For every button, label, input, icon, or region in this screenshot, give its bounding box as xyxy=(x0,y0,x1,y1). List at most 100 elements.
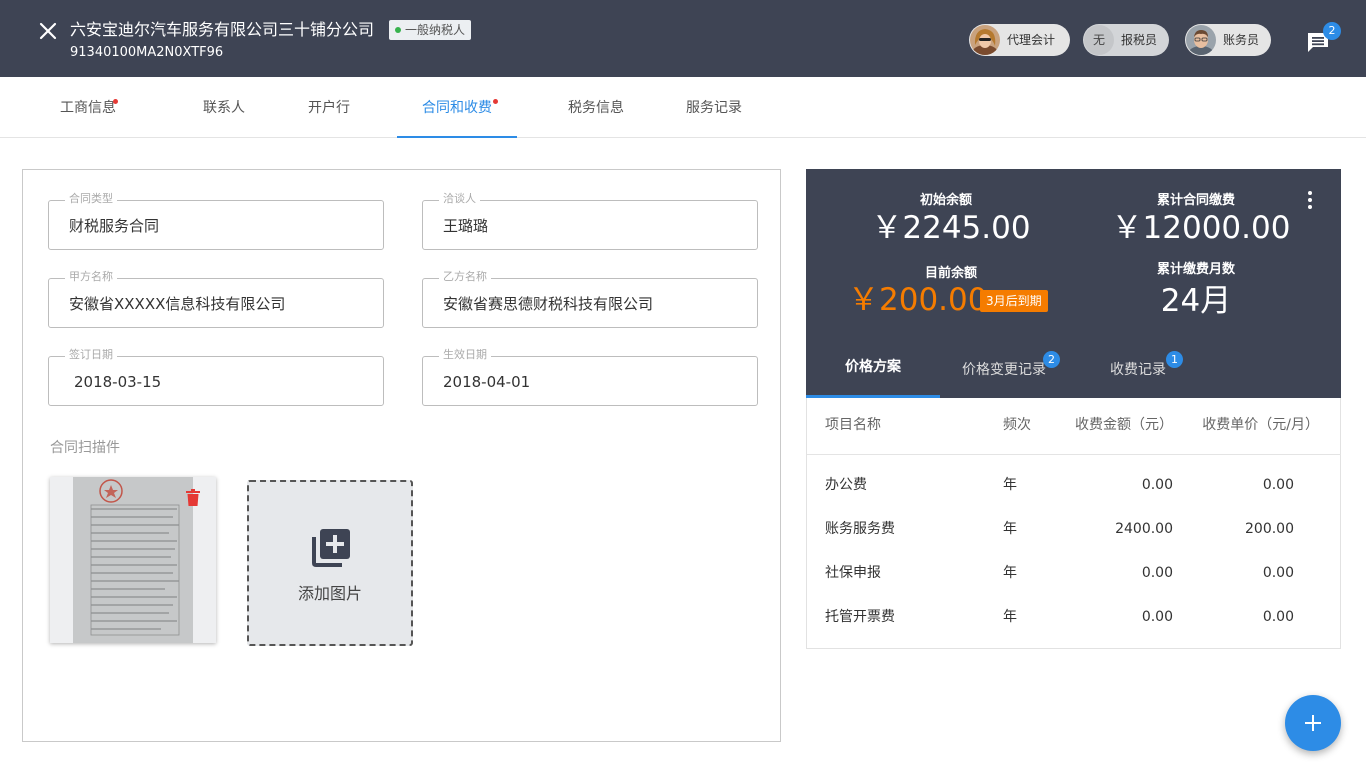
tab-business-info[interactable]: 工商信息 xyxy=(40,77,136,137)
field-label: 生效日期 xyxy=(439,348,491,362)
table-row: 托管开票费 年 0.00 0.00 xyxy=(807,595,1341,639)
field-value: 2018-03-15 xyxy=(74,373,162,391)
initial-balance-label: 初始余额 xyxy=(919,193,972,208)
column-header: 频次 xyxy=(1003,417,1031,433)
paid-months-value: 24月 xyxy=(1160,283,1232,319)
tab-service-records[interactable]: 服务记录 xyxy=(668,77,760,137)
column-header: 项目名称 xyxy=(825,417,881,433)
sign-date-field[interactable]: 签订日期 2018-03-15 xyxy=(48,348,384,406)
table-row: 办公费 年 0.00 0.00 xyxy=(807,463,1341,507)
message-count-badge: 2 xyxy=(1323,22,1341,40)
avatar: 无 xyxy=(1084,25,1114,55)
field-value: 王璐璐 xyxy=(443,217,489,235)
tab-price-plan[interactable]: 价格方案 xyxy=(806,339,940,398)
field-label: 甲方名称 xyxy=(65,270,117,284)
tab-label: 服务记录 xyxy=(686,100,742,116)
current-balance-label: 目前余额 xyxy=(924,266,977,281)
amount-cell: 0.00 xyxy=(1141,609,1173,625)
field-label: 乙方名称 xyxy=(439,270,491,284)
tab-tax-info[interactable]: 税务信息 xyxy=(550,77,642,137)
amount-cell: 2400.00 xyxy=(1115,521,1173,537)
amount-cell: 0.00 xyxy=(1141,477,1173,493)
tab-label: 开户行 xyxy=(308,100,350,116)
taxpayer-type-label: 一般纳税人 xyxy=(405,23,466,37)
tab-price-change-history[interactable]: 价格变更记录 xyxy=(946,342,1062,401)
paid-months-label: 累计缴费月数 xyxy=(1156,262,1235,277)
staff-chip-bookkeeper[interactable]: 账务员 xyxy=(1185,24,1271,56)
status-dot-icon xyxy=(395,27,401,33)
add-fab-button[interactable] xyxy=(1285,695,1341,751)
effective-date-field[interactable]: 生效日期 2018-04-01 xyxy=(422,348,758,406)
staff-chip-label: 报税员 xyxy=(1121,33,1158,47)
avatar xyxy=(1186,25,1216,55)
top-header: 六安宝迪尔汽车服务有限公司三十铺分公司 一般纳税人 91340100MA2N0X… xyxy=(0,0,1366,77)
item-name-cell: 账务服务费 xyxy=(825,521,895,537)
company-credit-code: 91340100MA2N0XTF96 xyxy=(70,45,224,60)
payment-records-count-badge: 1 xyxy=(1166,351,1183,368)
field-value: 2018-04-01 xyxy=(443,373,531,391)
unit-price-cell: 0.00 xyxy=(1262,609,1294,625)
expire-warning-badge: 3月后到期 xyxy=(980,290,1048,312)
current-balance-value: ￥200.00 xyxy=(848,282,988,318)
column-header: 收费单价（元/月） xyxy=(1202,417,1319,433)
tab-contacts[interactable]: 联系人 xyxy=(180,77,268,137)
party-a-field[interactable]: 甲方名称 安徽省XXXXX信息科技有限公司 xyxy=(48,270,384,328)
tab-label: 税务信息 xyxy=(568,100,624,116)
table-row: 社保申报 年 0.00 0.00 xyxy=(807,551,1341,595)
initial-balance-value: ￥2245.00 xyxy=(871,210,1031,246)
taxpayer-type-badge: 一般纳税人 xyxy=(389,20,472,40)
plus-icon xyxy=(1305,715,1321,731)
staff-chip-agent-accountant[interactable]: 代理会计 xyxy=(969,24,1070,56)
close-icon[interactable] xyxy=(36,19,60,43)
more-vert-icon[interactable] xyxy=(1306,191,1314,209)
staff-chip-label: 代理会计 xyxy=(1007,33,1056,47)
field-value: 财税服务合同 xyxy=(69,217,160,235)
frequency-cell: 年 xyxy=(1003,521,1017,537)
field-label: 签订日期 xyxy=(65,348,117,362)
avatar xyxy=(970,25,1000,55)
contract-form-card: 合同类型 财税服务合同 洽谈人 王璐璐 甲方名称 安徽省XXXXX信息科技有限公… xyxy=(22,169,781,742)
total-paid-value: ￥12000.00 xyxy=(1111,210,1291,246)
party-b-field[interactable]: 乙方名称 安徽省赛思德财税科技有限公司 xyxy=(422,270,758,328)
tab-label: 联系人 xyxy=(203,100,245,116)
price-table-header: 项目名称 频次 收费金额（元） 收费单价（元/月） xyxy=(807,398,1341,455)
frequency-cell: 年 xyxy=(1003,565,1017,581)
unread-dot-icon xyxy=(113,99,118,104)
contract-scan-thumbnail[interactable] xyxy=(50,477,216,643)
item-name-cell: 办公费 xyxy=(825,477,867,493)
field-label: 洽谈人 xyxy=(439,192,480,206)
add-image-button[interactable]: 添加图片 xyxy=(247,480,413,646)
add-image-label: 添加图片 xyxy=(297,584,362,603)
section-tabs: 工商信息 联系人 开户行 合同和收费 税务信息 服务记录 xyxy=(0,77,1366,138)
tab-bank[interactable]: 开户行 xyxy=(290,77,368,137)
fee-panel: 初始余额 ￥2245.00 累计合同缴费 ￥12000.00 目前余额 ￥200… xyxy=(806,169,1341,649)
contract-scans-label: 合同扫描件 xyxy=(50,440,120,456)
tab-label: 工商信息 xyxy=(60,100,116,116)
unit-price-cell: 0.00 xyxy=(1262,565,1294,581)
delete-trash-icon[interactable] xyxy=(186,489,200,506)
staff-chip-tax-filer[interactable]: 无 报税员 xyxy=(1083,24,1169,56)
unit-price-cell: 0.00 xyxy=(1262,477,1294,493)
table-row: 账务服务费 年 2400.00 200.00 xyxy=(807,507,1341,551)
add-photo-library-icon xyxy=(312,529,350,567)
frequency-cell: 年 xyxy=(1003,609,1017,625)
unit-price-cell: 200.00 xyxy=(1245,521,1294,537)
contract-type-field[interactable]: 合同类型 财税服务合同 xyxy=(48,192,384,250)
item-name-cell: 托管开票费 xyxy=(825,609,895,625)
tab-contract-fees[interactable]: 合同和收费 xyxy=(397,77,517,138)
scanned-document-image xyxy=(73,477,193,643)
tab-label: 合同和收费 xyxy=(422,100,492,116)
unread-dot-icon xyxy=(493,99,498,104)
field-value: 安徽省赛思德财税科技有限公司 xyxy=(443,295,654,313)
item-name-cell: 社保申报 xyxy=(825,565,881,581)
tab-label: 价格变更记录 xyxy=(962,362,1046,378)
field-value: 安徽省XXXXX信息科技有限公司 xyxy=(69,295,286,313)
frequency-cell: 年 xyxy=(1003,477,1017,493)
tab-label: 价格方案 xyxy=(845,359,901,375)
staff-chip-label: 账务员 xyxy=(1223,33,1260,47)
tab-label: 收费记录 xyxy=(1110,362,1166,378)
column-header: 收费金额（元） xyxy=(1075,417,1173,433)
total-paid-label: 累计合同缴费 xyxy=(1156,193,1235,208)
balance-summary: 初始余额 ￥2245.00 累计合同缴费 ￥12000.00 目前余额 ￥200… xyxy=(806,169,1341,398)
negotiator-field[interactable]: 洽谈人 王璐璐 xyxy=(422,192,758,250)
